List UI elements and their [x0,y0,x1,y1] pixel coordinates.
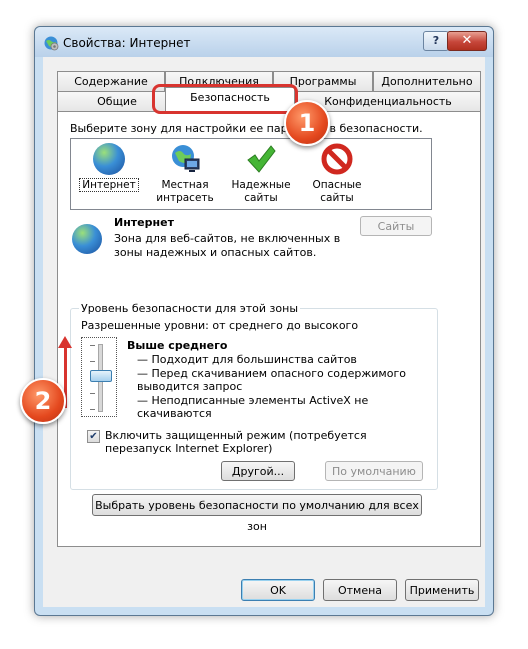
intranet-icon [172,145,200,172]
cancel-button[interactable]: Отмена [323,579,397,601]
help-button[interactable]: ? [423,31,449,51]
zone-local-intranet[interactable]: Местная интрасеть [149,143,221,205]
dialog-client: Содержание Подключения Программы Дополни… [43,57,485,607]
security-level-slider[interactable] [81,337,117,417]
step-2-marker: 2 [20,378,66,424]
protected-mode-label[interactable]: Включить защищенный режим (потребуется п… [105,429,435,455]
security-panel: Выберите зону для настройки ее параметро… [57,111,481,547]
security-level-details: — Подходит для большинства сайтов — Пере… [137,353,427,421]
sites-button[interactable]: Сайты [360,216,432,236]
apply-button[interactable]: Применить [405,579,479,601]
zone-internet[interactable]: Интернет [73,143,145,192]
window-title: Свойства: Интернет [63,36,191,50]
checkmark-icon [247,145,276,173]
internet-options-icon [44,36,59,51]
zone-trusted-sites[interactable]: Надежные сайты [225,143,297,205]
globe-icon [93,143,125,175]
default-level-button[interactable]: По умолчанию [325,461,423,481]
level-bullet: — Неподписанные элементы ActiveX не скач… [137,393,369,421]
step-1-marker: 1 [284,100,330,146]
security-level-title: Выше среднего [127,339,228,352]
zone-restricted-sites[interactable]: Опасные сайты [301,143,373,205]
blocked-icon [321,143,353,175]
allowed-levels: Разрешенные уровни: от среднего до высок… [81,319,359,332]
slider-tick [90,409,95,410]
title-bar[interactable]: Свойства: Интернет ? ✕ [35,27,493,57]
security-level-group: Уровень безопасности для этой зоны Разре… [70,302,438,490]
internet-properties-window: Свойства: Интернет ? ✕ Содержание Подклю… [34,26,494,616]
slider-tick [90,345,95,346]
reset-all-zones-button[interactable]: Выбрать уровень безопасности по умолчани… [92,494,422,533]
security-tab-highlight [152,84,298,114]
protected-mode-checkbox[interactable]: ✔ [87,430,100,443]
zone-prompt: Выберите зону для настройки ее параметро… [70,122,423,135]
globe-icon [72,224,102,254]
zone-title: Интернет [114,216,174,229]
tab-content[interactable]: Содержание [57,71,165,91]
slider-tick [90,361,95,362]
close-button[interactable]: ✕ [447,31,487,51]
tab-advanced[interactable]: Дополнительно [373,71,481,91]
ok-button[interactable]: OK [241,579,315,601]
slider-tick [90,393,95,394]
security-level-legend: Уровень безопасности для этой зоны [79,302,300,315]
zone-description: Зона для веб-сайтов, не включенных в зон… [114,232,341,259]
level-bullet: — Перед скачиванием опасного содержимого… [137,366,406,394]
zone-list: Интернет Местная интрасеть Надежные сайт… [70,138,432,210]
slider-thumb[interactable] [90,370,112,382]
custom-level-button[interactable]: Другой... [221,461,295,481]
level-bullet: — Подходит для большинства сайтов [137,353,357,366]
